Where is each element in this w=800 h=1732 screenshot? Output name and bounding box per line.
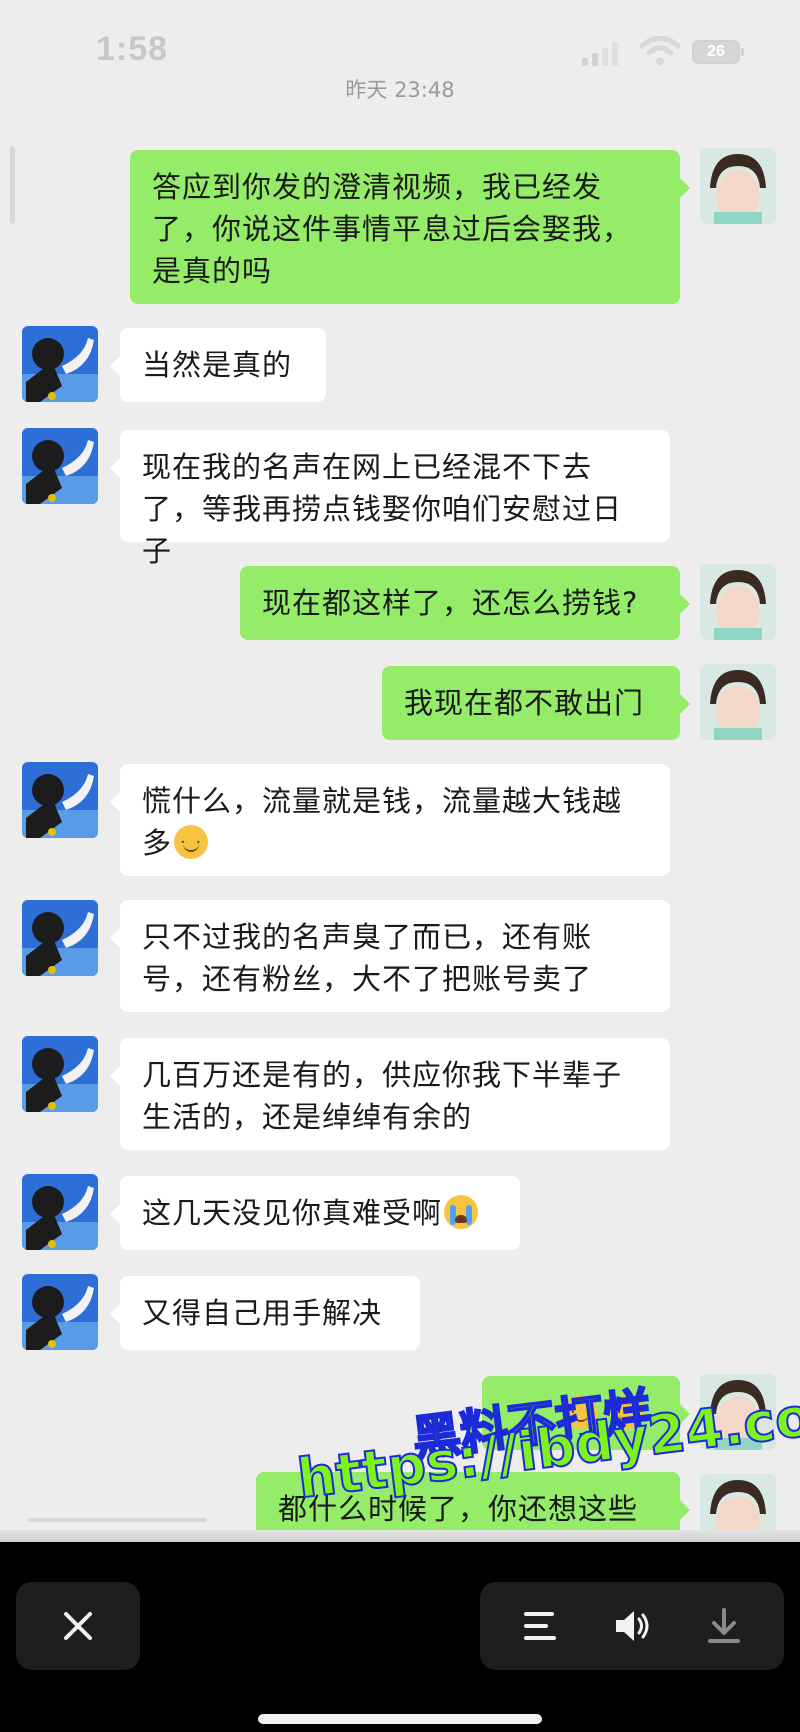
message-bubble[interactable]: 只不过我的名声臭了而已，还有账号，还有粉丝，大不了把账号卖了 — [110, 900, 670, 1012]
battery-indicator: 26 — [692, 40, 744, 64]
status-time: 1:58 — [96, 30, 169, 68]
message-bubble[interactable]: 当然是真的 — [110, 328, 326, 402]
contact-avatar[interactable] — [22, 326, 98, 402]
close-icon — [64, 1612, 92, 1640]
media-controls — [480, 1582, 784, 1670]
message-bubble[interactable]: 我现在都不敢出门 — [382, 666, 690, 740]
user-avatar[interactable] — [700, 1374, 776, 1450]
user-avatar[interactable] — [700, 564, 776, 640]
media-control-bar — [0, 1542, 800, 1732]
contact-avatar[interactable] — [22, 1274, 98, 1350]
wifi-icon — [640, 36, 680, 65]
message-text: 慌什么，流量就是钱，流量越大钱越多 — [142, 784, 623, 860]
bottom-edge — [0, 1530, 800, 1542]
chat-screen: 1:58 26 昨天 23:48 答应到你发的澄清视频，我已经发了，你说这件事情… — [0, 0, 800, 1542]
signal-icon — [582, 42, 622, 66]
scroll-indicator — [10, 146, 15, 224]
message-bubble[interactable]: 又得自己用手解决 — [110, 1276, 420, 1350]
partial-emoji-icon — [564, 1392, 598, 1434]
partial-emoji-icon — [610, 1392, 645, 1434]
message-bubble[interactable]: 现在我的名声在网上已经混不下去了，等我再捞点钱娶你咱们安慰过日子 — [110, 430, 670, 568]
message-bubble[interactable] — [482, 1376, 690, 1450]
menu-icon[interactable] — [518, 1604, 562, 1648]
close-button[interactable] — [16, 1582, 140, 1670]
message-bubble[interactable]: 答应到你发的澄清视频，我已经发了，你说这件事情平息过后会娶我，是真的吗 — [130, 150, 690, 304]
message-bubble[interactable]: 慌什么，流量就是钱，流量越大钱越多 — [110, 764, 670, 876]
message-text: 这几天没见你真难受啊 — [142, 1196, 443, 1230]
smile-emoji-icon — [174, 822, 209, 864]
horizontal-scroll-indicator — [28, 1518, 206, 1522]
contact-avatar[interactable] — [22, 428, 98, 504]
crying-emoji-icon — [444, 1195, 479, 1229]
message-bubble[interactable]: 这几天没见你真难受啊 — [110, 1176, 520, 1250]
user-avatar[interactable] — [700, 148, 776, 224]
message-bubble[interactable]: 现在都这样了，还怎么捞钱? — [240, 566, 690, 640]
chat-timestamp: 昨天 23:48 — [345, 78, 455, 102]
volume-icon[interactable] — [610, 1604, 654, 1648]
user-avatar[interactable] — [700, 664, 776, 740]
contact-avatar[interactable] — [22, 762, 98, 838]
contact-avatar[interactable] — [22, 1036, 98, 1112]
download-icon[interactable] — [702, 1604, 746, 1648]
message-bubble[interactable]: 几百万还是有的，供应你我下半辈子生活的，还是绰绰有余的 — [110, 1038, 670, 1150]
home-indicator[interactable] — [258, 1714, 542, 1724]
contact-avatar[interactable] — [22, 900, 98, 976]
contact-avatar[interactable] — [22, 1174, 98, 1250]
